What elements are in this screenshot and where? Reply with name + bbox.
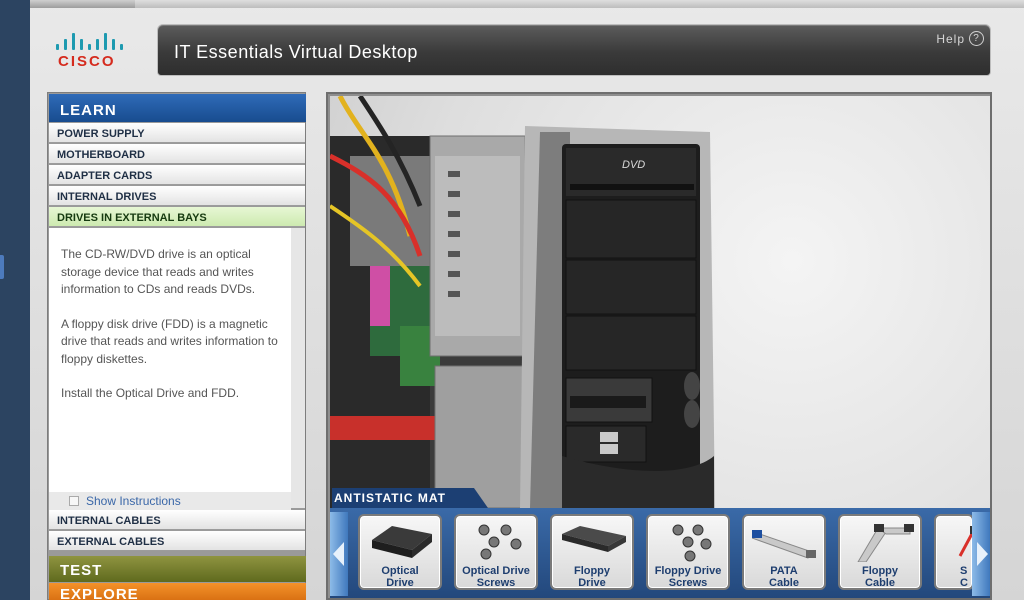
dvd-logo: DVD (622, 159, 645, 171)
learn-header[interactable]: LEARN (49, 94, 306, 122)
part-optical-drive-screws[interactable]: Optical Drive Screws (454, 514, 538, 590)
computer-case-illustration: DVD (330, 96, 715, 508)
description-optical: The CD-RW/DVD drive is an optical storag… (61, 247, 256, 296)
show-instructions-checkbox[interactable] (69, 496, 79, 506)
description-task: Install the Optical Drive and FDD. (61, 386, 240, 400)
antistatic-mat-label: ANTISTATIC MAT (332, 488, 488, 508)
part-floppy-cable[interactable]: Floppy Cable (838, 514, 922, 590)
part-label-line1: Optical (381, 565, 419, 577)
help-button[interactable]: Help ? (936, 31, 984, 46)
arrow-left-icon (333, 542, 344, 566)
desktop-edge-tab (0, 255, 4, 279)
arrow-right-icon (977, 542, 988, 566)
nav-item-external-cables[interactable]: EXTERNAL CABLES (49, 531, 305, 551)
workspace-view: DVD ANTISTATIC MAT Optical Drive Optical… (326, 92, 992, 600)
help-icon: ? (969, 31, 984, 46)
part-label-line1: S (960, 565, 968, 577)
part-partial[interactable]: SC (934, 514, 974, 590)
part-label-line1: Floppy Drive (654, 565, 722, 577)
screws-icon (672, 524, 712, 562)
floppy-drive-icon (562, 526, 626, 552)
ribbon-cable-icon (752, 530, 816, 559)
part-label-line2: Screws (476, 577, 516, 589)
tray-scroll-left-button[interactable] (330, 512, 348, 596)
nav-item-internal-cables[interactable]: INTERNAL CABLES (49, 510, 305, 530)
part-label-line1: Floppy (861, 565, 899, 577)
test-header[interactable]: TEST (49, 556, 306, 582)
computer-case-scene[interactable]: DVD ANTISTATIC MAT (330, 96, 990, 508)
floppy-cable-icon (857, 524, 914, 562)
help-label: Help (936, 31, 965, 46)
desktop-background (0, 0, 30, 600)
nav-item-adapter-cards[interactable]: ADAPTER CARDS (49, 165, 305, 185)
optical-drive-icon (372, 526, 432, 558)
part-label-line2: Cable (769, 577, 799, 589)
learn-panel: LEARN POWER SUPPLY MOTHERBOARD ADAPTER C… (47, 92, 306, 600)
show-instructions-toggle[interactable]: Show Instructions (49, 492, 291, 510)
part-pata-cable[interactable]: PATA Cable (742, 514, 826, 590)
part-label-line2: Screws (668, 577, 708, 589)
app-window: CISCO IT Essentials Virtual Desktop Help… (30, 0, 1024, 600)
cisco-wordmark: CISCO (58, 53, 116, 70)
nav-item-internal-drives[interactable]: INTERNAL DRIVES (49, 186, 305, 206)
top-strip (30, 0, 1024, 8)
part-label-line1: Optical Drive (462, 565, 530, 577)
part-label-line1: Floppy (573, 565, 611, 577)
tray-scroll-right-button[interactable] (972, 512, 990, 596)
cisco-logo: CISCO (52, 28, 132, 74)
show-instructions-label: Show Instructions (86, 494, 181, 508)
nav-item-power-supply[interactable]: POWER SUPPLY (49, 123, 305, 143)
title-bar: IT Essentials Virtual Desktop Help ? (157, 24, 991, 76)
screws-icon (478, 524, 522, 560)
part-optical-drive[interactable]: Optical Drive (358, 514, 442, 590)
part-floppy-drive-screws[interactable]: Floppy Drive Screws (646, 514, 730, 590)
app-title: IT Essentials Virtual Desktop (174, 42, 418, 62)
description-panel: The CD-RW/DVD drive is an optical storag… (49, 228, 305, 508)
part-label-line2: Cable (865, 577, 895, 589)
description-floppy: A floppy disk drive (FDD) is a magnetic … (61, 316, 278, 366)
part-floppy-drive[interactable]: Floppy Drive (550, 514, 634, 590)
part-label-line2: Drive (578, 577, 606, 589)
nav-item-motherboard[interactable]: MOTHERBOARD (49, 144, 305, 164)
power-cable-icon (958, 526, 972, 557)
explore-header[interactable]: EXPLORE (49, 583, 306, 600)
nav-item-drives-external-bays[interactable]: DRIVES IN EXTERNAL BAYS (49, 207, 305, 227)
part-label-line1: PATA (770, 565, 798, 577)
parts-tray: Optical Drive Optical Drive Screws Floppy D… (330, 508, 990, 598)
cisco-bridge-icon (56, 32, 128, 50)
part-label-line2: C (960, 577, 968, 589)
part-label-line2: Drive (386, 577, 414, 589)
